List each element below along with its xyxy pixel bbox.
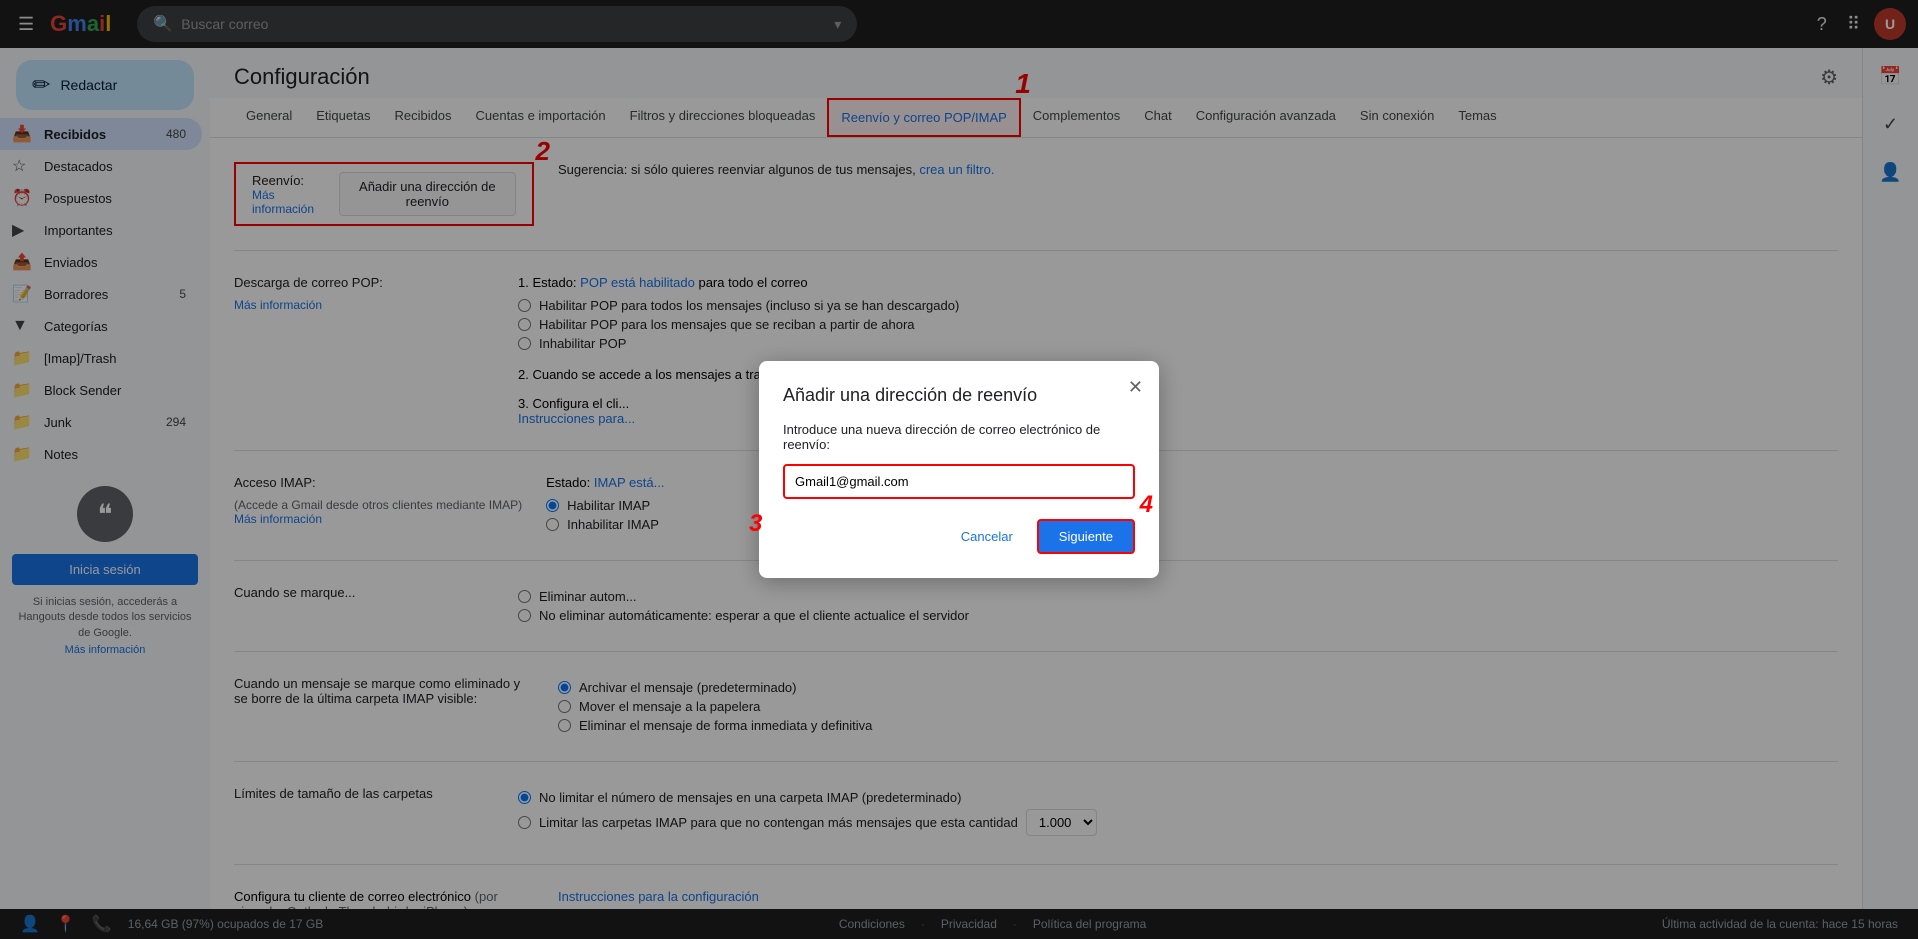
add-forwarding-modal: ✕ Añadir una dirección de reenvío Introd…: [759, 361, 1159, 578]
forwarding-email-input[interactable]: [783, 464, 1135, 499]
modal-desc: Introduce una nueva dirección de correo …: [783, 422, 1135, 452]
annotation-4: 4: [1140, 491, 1153, 519]
modal-title: Añadir una dirección de reenvío: [783, 385, 1135, 406]
modal-next-wrapper: Siguiente 4: [1037, 519, 1135, 554]
modal-next-button[interactable]: Siguiente: [1037, 519, 1135, 554]
modal-close-button[interactable]: ✕: [1128, 377, 1143, 398]
modal-buttons: Cancelar Siguiente 4: [783, 519, 1135, 554]
annotation-3: 3: [749, 510, 762, 538]
modal-overlay: ✕ Añadir una dirección de reenvío Introd…: [0, 0, 1918, 939]
modal-cancel-button[interactable]: Cancelar: [949, 521, 1025, 552]
